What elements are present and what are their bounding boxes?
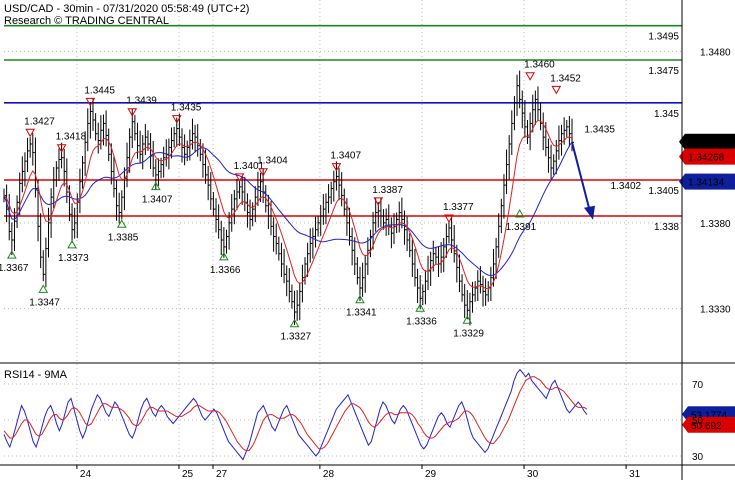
rsi-tick-label: 70: [692, 380, 704, 391]
high-label: 1.3407: [330, 151, 361, 162]
high-label: 1.3418: [56, 132, 87, 143]
low-label: 1.3385: [108, 232, 139, 243]
low-label: 1.3373: [58, 253, 89, 264]
high-label: 1.3435: [171, 103, 202, 114]
low-label: 1.3391: [506, 222, 537, 233]
high-label: 1.3452: [550, 73, 581, 84]
price-tick-label: 1.3330: [700, 305, 731, 316]
low-label: 1.3336: [406, 316, 437, 327]
time-tick-label: 25: [182, 469, 194, 480]
level-label-target: 1.3475: [648, 66, 679, 77]
high-label: 1.3427: [24, 116, 55, 127]
price-label: 1.3435: [584, 125, 615, 136]
low-label: 1.3341: [346, 308, 377, 319]
price-badge-label: 1.34134: [688, 178, 725, 189]
price-tick-label: 1.3480: [700, 47, 731, 58]
price-label: 1.3402: [610, 181, 641, 192]
level-label-target: 1.3495: [648, 32, 679, 43]
rsi-tick-label: 30: [692, 452, 704, 463]
price-tick-label: 1.3380: [700, 219, 731, 230]
low-label: 1.3329: [453, 328, 484, 339]
low-label: 1.3366: [210, 265, 241, 276]
high-label: 1.3460: [524, 60, 555, 71]
level-label-pivot: 1.345: [654, 109, 679, 120]
time-tick-label: 30: [527, 469, 539, 480]
low-label: 1.3367: [0, 263, 29, 274]
rsi-title: RSI14 - 9MA: [4, 369, 68, 381]
price-badge-label: 1.34273: [688, 138, 725, 149]
chart-title: USD/CAD - 30min - 07/31/2020 05:58:49 (U…: [4, 3, 249, 15]
time-tick-label: 31: [629, 469, 641, 480]
time-tick-label: 28: [323, 469, 335, 480]
high-label: 1.3445: [84, 85, 115, 96]
time-tick-label: 24: [80, 469, 92, 480]
level-label-support: 1.338: [654, 222, 679, 233]
rsi-tick-label: 50: [692, 416, 704, 427]
chart-subtitle: Research © TRADING CENTRAL: [4, 15, 169, 27]
low-label: 1.3347: [29, 297, 60, 308]
price-badge-label: 1.34268: [688, 153, 725, 164]
high-label: 1.3404: [257, 156, 288, 167]
time-tick-label: 27: [216, 469, 228, 480]
level-label-support: 1.3405: [648, 186, 679, 197]
low-label: 1.3327: [281, 332, 312, 343]
chart-canvas: 1.3495 1.3475 1.345 1.3405 1.338 1.3367 1.334…: [0, 0, 735, 480]
time-tick-label: 29: [425, 469, 437, 480]
high-label: 1.3439: [126, 96, 157, 107]
high-label: 1.3387: [372, 185, 403, 196]
low-label: 1.3407: [142, 195, 173, 206]
high-label: 1.3377: [443, 202, 474, 213]
